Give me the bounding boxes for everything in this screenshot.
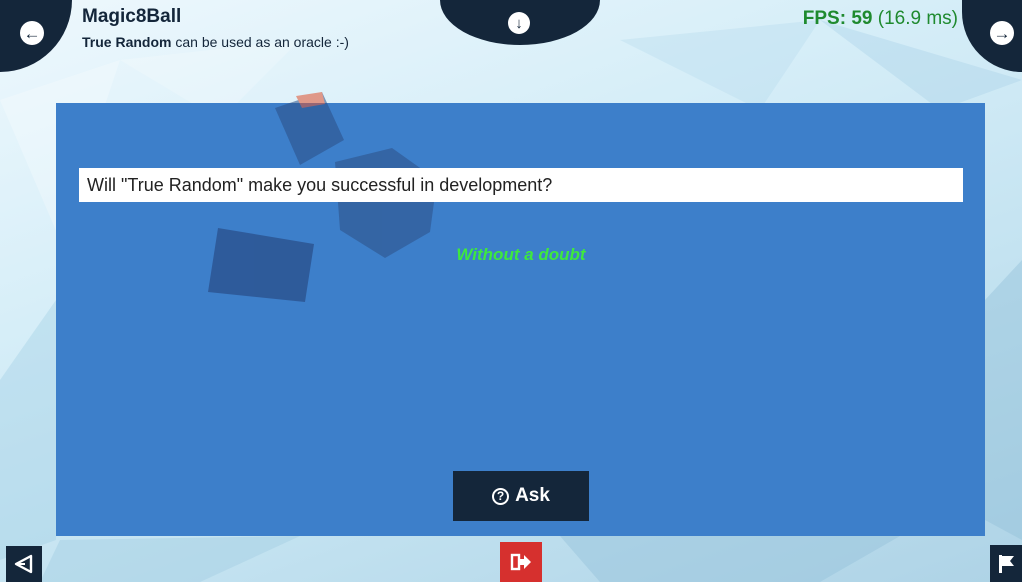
subtitle-highlight: True Random (82, 34, 172, 50)
exit-icon (510, 553, 531, 571)
page-title: Magic8Ball (82, 6, 182, 27)
subtitle-text: can be used as an oracle :-) (171, 34, 349, 50)
fps-value: FPS: 59 (802, 8, 873, 29)
flag-button[interactable] (990, 545, 1022, 582)
unity-logo-icon[interactable] (6, 546, 42, 582)
question-circle-icon: ? (492, 487, 510, 505)
header: Magic8Ball True Random can be used as an… (82, 6, 349, 50)
fps-ms: (16.9 ms) (872, 8, 958, 29)
arrow-right-circle-icon[interactable]: → (990, 21, 1014, 45)
answer-text: Without a doubt (456, 245, 586, 264)
exit-button[interactable] (500, 542, 542, 582)
page-subtitle: True Random can be used as an oracle :-) (82, 34, 349, 50)
ask-button[interactable]: ? Ask (453, 471, 589, 521)
ask-button-label: Ask (515, 485, 550, 506)
flag-icon (999, 554, 1014, 573)
fps-counter: FPS: 59 (16.9 ms) (803, 8, 958, 30)
arrow-left-circle-icon[interactable]: ← (20, 21, 44, 45)
question-input[interactable]: Will "True Random" make you successful i… (79, 168, 963, 202)
unity-logo-glyph (14, 554, 33, 574)
arrow-down-circle-icon[interactable]: ↓ (508, 12, 530, 34)
